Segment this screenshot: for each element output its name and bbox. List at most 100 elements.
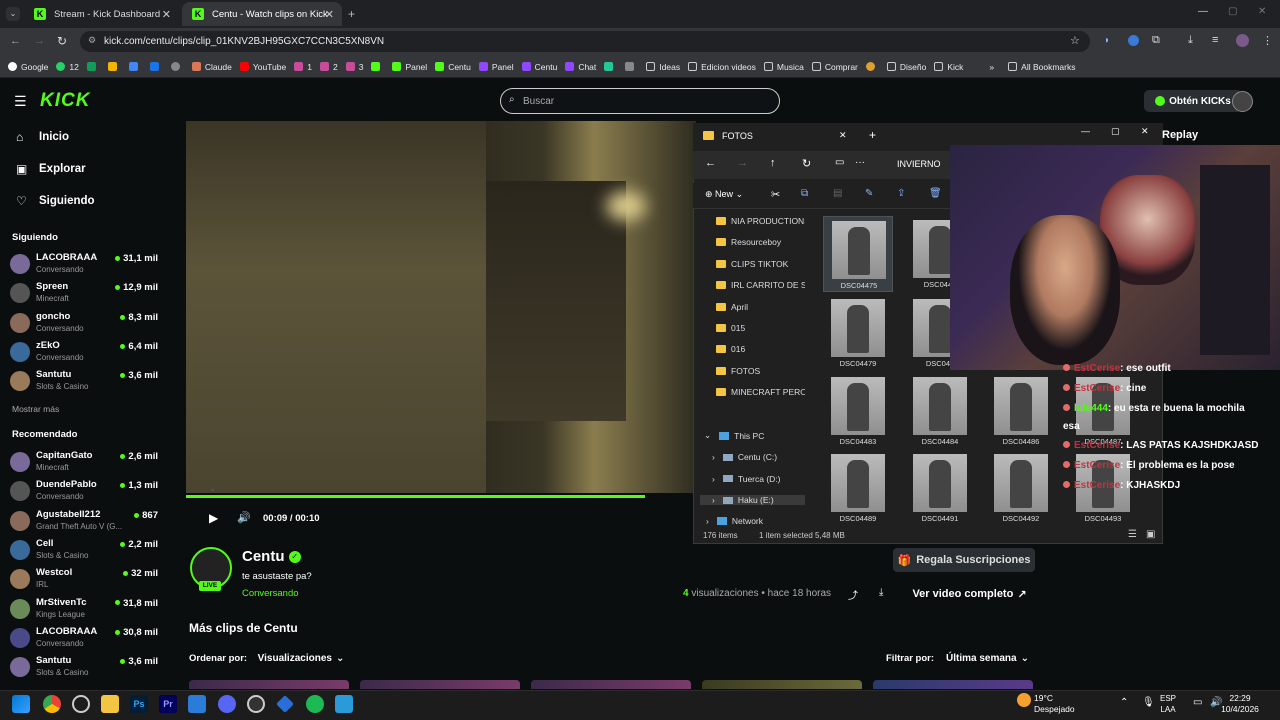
- stream-category[interactable]: Conversando: [242, 588, 299, 599]
- bookmark-misc[interactable]: [149, 62, 163, 71]
- show-more-link[interactable]: Mostrar más: [12, 404, 59, 414]
- discord-icon[interactable]: [218, 695, 236, 713]
- bookmark-sheets[interactable]: [86, 62, 100, 71]
- bookmark-chat[interactable]: Chat: [565, 62, 596, 72]
- bookmark-drive[interactable]: [107, 62, 121, 71]
- full-video-button[interactable]: Ver video completo ↗: [904, 582, 1035, 606]
- tab-kick-dashboard[interactable]: K Stream - Kick Dashboard ✕: [24, 2, 179, 26]
- nav-folder[interactable]: NIA PRODUCTIONS: [700, 216, 805, 226]
- puzzle-icon[interactable]: ⧉: [1152, 34, 1160, 47]
- download-icon[interactable]: ⤓: [1188, 34, 1193, 47]
- bookmark-centu[interactable]: Centu: [435, 62, 471, 72]
- nav-folder[interactable]: MINECRAFT PERO A: [700, 387, 805, 397]
- file-thumbnail[interactable]: DSC04475: [823, 216, 893, 292]
- video-player[interactable]: ▪: [186, 121, 696, 493]
- paste-icon[interactable]: ▤: [833, 188, 842, 199]
- minimize-icon[interactable]: —: [1198, 6, 1208, 17]
- close-tab-icon[interactable]: ✕: [839, 130, 847, 141]
- minimize-icon[interactable]: —: [1081, 126, 1090, 136]
- clip-thumbnail[interactable]: [702, 680, 862, 689]
- video-progress-bar[interactable]: [186, 495, 645, 498]
- file-thumbnail[interactable]: DSC04489: [823, 450, 893, 526]
- bookmark-kick[interactable]: [371, 62, 384, 71]
- cut-icon[interactable]: ✂: [771, 188, 780, 201]
- bookmark-folder-kick[interactable]: Kick: [934, 62, 963, 72]
- breadcrumb[interactable]: INVIERNO: [897, 159, 941, 169]
- sidebar-channel[interactable]: Agustabell212 Grand Theft Auto V (G... 867: [10, 508, 160, 534]
- network-icon[interactable]: ▭: [1193, 697, 1202, 708]
- new-button[interactable]: ⊕ New ⌄: [705, 189, 743, 200]
- sidebar-channel[interactable]: LACOBRAAA Conversando 31,1 mil: [10, 251, 160, 277]
- windows-start-icon[interactable]: [12, 695, 30, 713]
- sidebar-channel[interactable]: Santutu Slots & Casino 3,6 mil: [10, 368, 160, 394]
- kick-logo[interactable]: KICK: [40, 90, 90, 112]
- back-icon[interactable]: ←: [705, 157, 716, 169]
- monitor-icon[interactable]: ▭: [835, 157, 844, 168]
- bookmark-folder-comprar[interactable]: Comprar: [811, 62, 858, 72]
- file-thumbnail[interactable]: DSC04492: [986, 450, 1056, 526]
- bookmark-panel[interactable]: Panel: [392, 62, 427, 72]
- sidebar-channel[interactable]: Spreen Minecraft 12,9 mil: [10, 280, 160, 306]
- copy-icon[interactable]: ⧉: [801, 188, 808, 199]
- media-icon[interactable]: ≡: [1212, 34, 1218, 46]
- bookmark-folder-musica[interactable]: Musica: [763, 62, 804, 72]
- file-thumbnail[interactable]: DSC04486: [986, 373, 1056, 449]
- up-icon[interactable]: ↑: [770, 157, 776, 169]
- bookmark-star-icon[interactable]: ☆: [1070, 34, 1080, 47]
- streamer-name[interactable]: Centu ✓: [242, 548, 301, 565]
- url-field[interactable]: ⚙ kick.com/centu/clips/clip_01KNV2BJH95G…: [80, 31, 1090, 52]
- weather-icon[interactable]: [1017, 693, 1031, 707]
- notepad-icon[interactable]: [188, 695, 206, 713]
- sidebar-channel[interactable]: CapitanGato Minecraft 2,6 mil: [10, 449, 160, 475]
- bookmark-misc[interactable]: [604, 62, 617, 71]
- get-kicks-button[interactable]: Obtén KICKs: [1144, 90, 1242, 112]
- sidebar-channel[interactable]: LACOBRAAA Conversando 30,8 mil: [10, 625, 160, 651]
- forward-icon[interactable]: →: [34, 35, 45, 47]
- sidebar-channel[interactable]: zEkO Conversando 6,4 mil: [10, 339, 160, 365]
- nav-inicio[interactable]: ⌂ Inicio: [16, 130, 69, 144]
- chrome-icon[interactable]: [43, 695, 61, 713]
- bookmark-misc[interactable]: [170, 62, 184, 71]
- bookmark-misc[interactable]: [625, 62, 638, 71]
- extension-icon[interactable]: ◗: [1104, 35, 1110, 46]
- tab-search-icon[interactable]: ⌄: [6, 7, 20, 21]
- tab-centu-clips[interactable]: K Centu - Watch clips on Kick ✕: [182, 2, 342, 26]
- nav-folder[interactable]: April: [700, 302, 805, 312]
- bookmark-folder-diseno[interactable]: Diseño: [886, 62, 926, 72]
- nav-folder[interactable]: IRL CARRITO DE SUPER: [700, 280, 805, 290]
- close-window-icon[interactable]: ✕: [1141, 126, 1149, 137]
- bookmark-google[interactable]: Google: [8, 62, 48, 72]
- forward-icon[interactable]: →: [737, 157, 748, 169]
- explorer-tab-title[interactable]: FOTOS: [722, 131, 753, 141]
- obs-icon[interactable]: [247, 695, 265, 713]
- clip-thumbnail[interactable]: [360, 680, 520, 689]
- ellipsis-icon[interactable]: ···: [855, 157, 865, 168]
- play-icon[interactable]: ▶: [209, 511, 218, 525]
- gift-subs-button[interactable]: 🎁 Regala Suscripciones: [893, 548, 1035, 572]
- filter-select[interactable]: Última semana ⌄: [940, 647, 1035, 669]
- file-thumbnail[interactable]: DSC04491: [905, 450, 975, 526]
- close-window-icon[interactable]: ✕: [1258, 6, 1266, 17]
- close-tab-icon[interactable]: ✕: [325, 8, 334, 21]
- microphone-icon[interactable]: 🎙: [1142, 697, 1155, 708]
- reload-icon[interactable]: ↻: [57, 34, 67, 48]
- nav-siguiendo[interactable]: ♡ Siguiendo: [16, 194, 95, 208]
- profile-avatar[interactable]: [1236, 34, 1249, 47]
- volume-icon[interactable]: 🔊: [237, 511, 251, 524]
- share-icon[interactable]: ⇪: [897, 188, 905, 199]
- premiere-icon[interactable]: Pr: [159, 695, 177, 713]
- site-info-icon[interactable]: ⚙: [88, 35, 96, 46]
- details-view-icon[interactable]: ☰: [1128, 529, 1137, 540]
- close-tab-icon[interactable]: ✕: [162, 8, 171, 21]
- nav-drive[interactable]: › Centu (C:): [700, 452, 805, 462]
- nav-drive[interactable]: › Tuerca (D:): [700, 474, 805, 484]
- hamburger-menu-icon[interactable]: ☰: [14, 93, 27, 110]
- nav-folder[interactable]: Resourceboy: [700, 237, 805, 247]
- sidebar-channel[interactable]: Santutu Slots & Casino 3,6 mil: [10, 654, 160, 680]
- chevron-up-icon[interactable]: ⌃: [1120, 697, 1128, 708]
- app-icon[interactable]: [72, 695, 90, 713]
- new-tab-icon[interactable]: +: [348, 7, 355, 21]
- nav-folder[interactable]: 016: [700, 344, 805, 354]
- nav-folder[interactable]: CLIPS TIKTOK: [700, 259, 805, 269]
- bookmark-folder-edicion[interactable]: Edicion videos: [688, 62, 756, 72]
